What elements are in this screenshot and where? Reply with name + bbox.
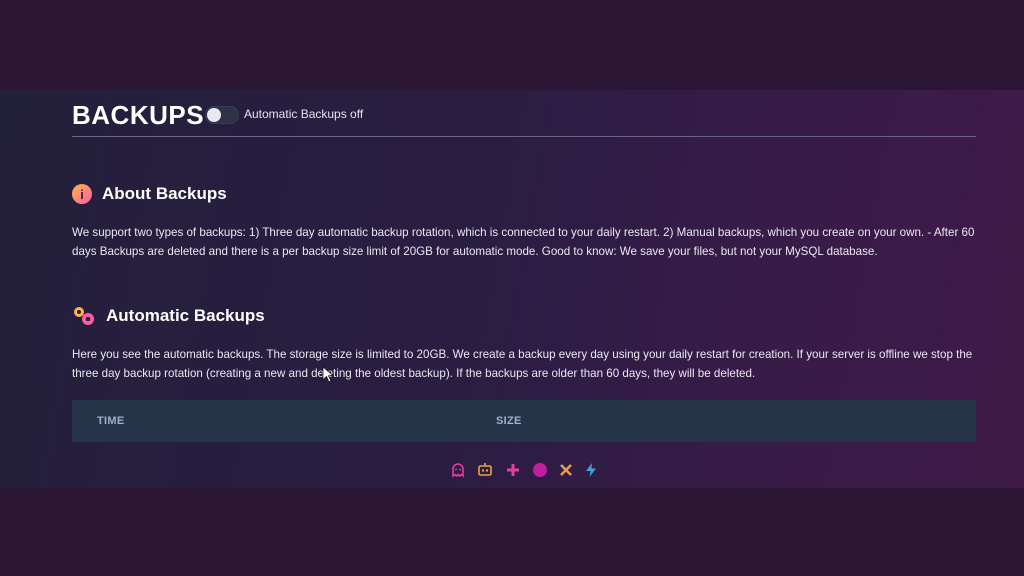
cross-icon[interactable] bbox=[558, 462, 574, 478]
plus-icon[interactable] bbox=[505, 462, 521, 478]
about-backups-title: About Backups bbox=[102, 184, 227, 203]
video-letterbox-top bbox=[0, 0, 1024, 90]
about-backups-description: We support two types of backups: 1) Thre… bbox=[72, 226, 975, 258]
backups-page: BACKUPS Automatic Backups off i About Ba… bbox=[0, 90, 1024, 488]
circle-icon[interactable] bbox=[532, 462, 548, 478]
mouse-cursor-icon bbox=[322, 366, 334, 383]
automatic-backups-description: Here you see the automatic backups. The … bbox=[72, 348, 973, 380]
footer-icon-row bbox=[450, 462, 610, 480]
automatic-backups-heading: Automatic Backups bbox=[72, 305, 265, 327]
lightning-icon[interactable] bbox=[583, 462, 599, 478]
robot-icon[interactable] bbox=[477, 462, 493, 478]
page-header: BACKUPS Automatic Backups off bbox=[72, 98, 976, 137]
automatic-backups-toggle-label: Automatic Backups off bbox=[244, 107, 364, 121]
page-title: BACKUPS bbox=[72, 100, 205, 130]
backups-table-header: TIME SIZE bbox=[72, 400, 976, 442]
automatic-backups-title: Automatic Backups bbox=[106, 306, 265, 325]
info-icon: i bbox=[72, 184, 92, 204]
toggle-knob bbox=[207, 108, 221, 122]
video-letterbox-bottom bbox=[0, 488, 1024, 576]
gears-icon bbox=[72, 305, 96, 327]
column-header-time[interactable]: TIME bbox=[97, 415, 124, 427]
ghost-icon[interactable] bbox=[450, 462, 466, 478]
about-backups-heading: i About Backups bbox=[72, 184, 227, 204]
automatic-backups-toggle[interactable] bbox=[205, 106, 239, 124]
column-header-size[interactable]: SIZE bbox=[496, 415, 522, 427]
